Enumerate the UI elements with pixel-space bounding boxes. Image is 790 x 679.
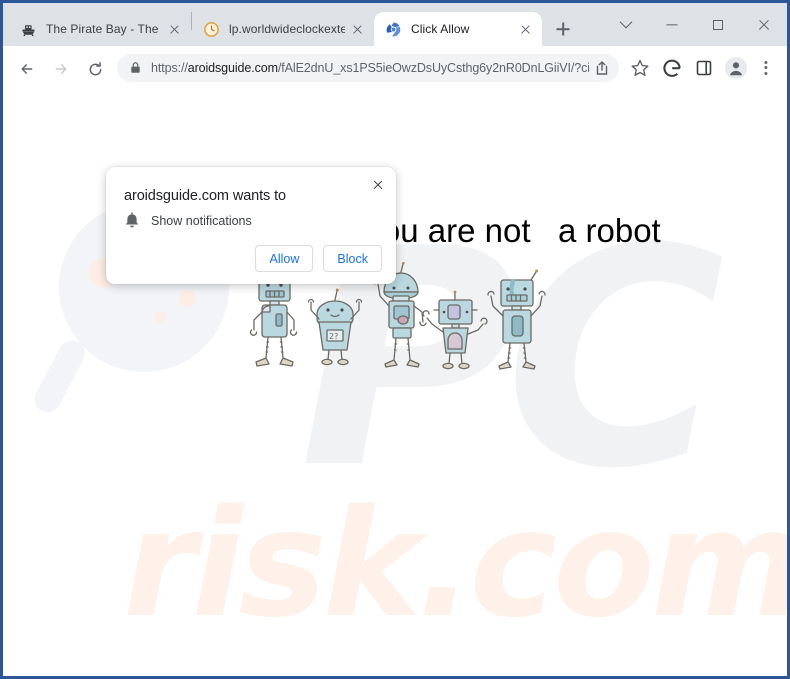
profile-avatar-icon[interactable] bbox=[721, 53, 751, 83]
permission-row: Show notifications bbox=[124, 212, 252, 230]
bookmark-star-icon[interactable] bbox=[625, 53, 655, 83]
tab-click-allow[interactable]: Click Allow bbox=[374, 12, 542, 46]
window-controls bbox=[603, 3, 787, 46]
back-button[interactable] bbox=[11, 53, 41, 83]
watermark-dot bbox=[155, 311, 166, 322]
url-text: https://aroidsguide.com/fAlE2dnU_xs1PS5i… bbox=[151, 60, 589, 75]
dialog-title: aroidsguide.com wants to bbox=[124, 188, 287, 204]
bell-icon bbox=[124, 212, 140, 230]
tab-worldwideclock[interactable]: lp.worldwideclockextens bbox=[192, 12, 374, 46]
tab-title: The Pirate Bay - The gala bbox=[46, 22, 162, 36]
dialog-actions: Allow Block bbox=[255, 245, 382, 272]
three-dot-menu-icon[interactable] bbox=[753, 53, 779, 83]
forward-button[interactable] bbox=[45, 53, 75, 83]
tab-the-pirate-bay[interactable]: The Pirate Bay - The gala bbox=[9, 12, 191, 46]
close-window-icon[interactable] bbox=[741, 3, 787, 46]
reload-button[interactable] bbox=[79, 53, 109, 83]
clock-icon bbox=[203, 21, 220, 38]
permission-label: Show notifications bbox=[151, 214, 252, 228]
tab-search-icon[interactable] bbox=[603, 3, 649, 46]
browser-toolbar: https://aroidsguide.com/fAlE2dnU_xs1PS5i… bbox=[3, 46, 787, 90]
maximize-icon[interactable] bbox=[695, 3, 741, 46]
notification-permission-dialog: aroidsguide.com wants to Show notificati… bbox=[106, 167, 396, 284]
forward-arrow-icon bbox=[54, 61, 67, 74]
browser-window: The Pirate Bay - The gala lp.worldwidecl… bbox=[0, 0, 790, 679]
back-arrow-icon bbox=[20, 61, 33, 74]
share-icon[interactable] bbox=[589, 55, 615, 81]
lock-icon bbox=[129, 61, 142, 74]
tab-title: lp.worldwideclockextens bbox=[229, 22, 345, 36]
watermark-dot bbox=[179, 290, 196, 307]
tab-close-button[interactable] bbox=[349, 21, 366, 38]
tab-title: Click Allow bbox=[411, 22, 470, 36]
tab-close-button[interactable] bbox=[166, 21, 183, 38]
svg-text:2?: 2? bbox=[329, 332, 338, 341]
allow-button[interactable]: Allow bbox=[255, 245, 314, 272]
tab-close-button[interactable] bbox=[517, 21, 534, 38]
side-panel-icon[interactable] bbox=[689, 53, 719, 83]
minimize-icon[interactable] bbox=[649, 3, 695, 46]
tab-strip: The Pirate Bay - The gala lp.worldwidecl… bbox=[3, 3, 787, 46]
chrome-swirl-icon bbox=[385, 21, 402, 38]
ship-icon bbox=[20, 21, 37, 38]
reload-icon bbox=[88, 61, 102, 75]
magnifying-glass-handle-icon bbox=[29, 335, 90, 417]
close-icon[interactable] bbox=[368, 175, 388, 195]
google-g-icon[interactable] bbox=[657, 53, 687, 83]
watermark-risk-text: risk.com bbox=[123, 478, 787, 650]
block-button[interactable]: Block bbox=[323, 245, 382, 272]
address-bar[interactable]: https://aroidsguide.com/fAlE2dnU_xs1PS5i… bbox=[117, 53, 619, 82]
page-viewport: PC risk.com Click "Allow" if you are not… bbox=[3, 90, 787, 676]
new-tab-button[interactable] bbox=[549, 15, 577, 43]
